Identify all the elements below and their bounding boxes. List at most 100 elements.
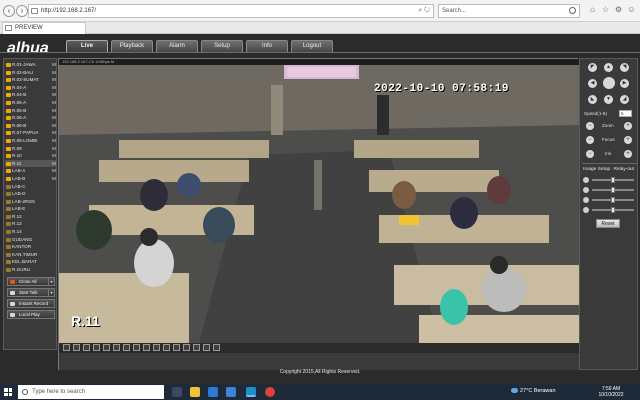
- channel-item[interactable]: R.08-LOMBI M: [5, 137, 57, 145]
- channel-item[interactable]: R.04-A M: [5, 84, 57, 92]
- hue-knob[interactable]: [611, 207, 615, 213]
- channel-item[interactable]: R.GURU: [5, 266, 57, 274]
- channel-stream-mode[interactable]: M: [52, 152, 56, 160]
- channel-item[interactable]: R.06-A M: [5, 114, 57, 122]
- menu-info[interactable]: Info: [246, 40, 288, 52]
- reset-button[interactable]: Reset: [596, 219, 620, 228]
- instant-record-button[interactable]: Instant Record: [7, 299, 55, 308]
- browser-search-input[interactable]: Search...: [438, 4, 580, 18]
- hue-slider[interactable]: [583, 207, 636, 213]
- channel-stream-mode[interactable]: M: [52, 145, 56, 153]
- layout-16-icon[interactable]: [103, 344, 110, 351]
- hue-track[interactable]: [592, 207, 634, 213]
- back-icon[interactable]: ‹: [3, 5, 15, 17]
- ptz-down-right-icon[interactable]: ◢: [620, 95, 629, 104]
- tab-preview[interactable]: PREVIEW: [2, 22, 86, 34]
- channel-item[interactable]: KEL.BARAT: [5, 258, 57, 266]
- channel-item[interactable]: KAN.TIMUR: [5, 251, 57, 259]
- saturation-track[interactable]: [592, 197, 634, 203]
- gear-icon[interactable]: ⚙: [614, 5, 623, 14]
- favorites-icon[interactable]: ☆: [601, 5, 610, 14]
- snapshot-icon[interactable]: [143, 344, 150, 351]
- channel-stream-mode[interactable]: M: [52, 167, 56, 175]
- channel-item[interactable]: R.10 M: [5, 152, 57, 160]
- channel-item[interactable]: GUDANG: [5, 236, 57, 244]
- saturation-slider[interactable]: [583, 197, 636, 203]
- channel-item[interactable]: LAB-D: [5, 190, 57, 198]
- menu-setup[interactable]: Setup: [201, 40, 243, 52]
- contrast-track[interactable]: [592, 187, 634, 193]
- taskbar-search-input[interactable]: Type here to search: [18, 385, 164, 399]
- menu-alarm[interactable]: Alarm: [156, 40, 198, 52]
- internet-explorer-icon[interactable]: [246, 387, 256, 397]
- channel-item[interactable]: R.14: [5, 228, 57, 236]
- store-icon[interactable]: [208, 387, 218, 397]
- brightness-slider[interactable]: [583, 177, 636, 183]
- zoom-icon[interactable]: [163, 344, 170, 351]
- channel-stream-mode[interactable]: M: [52, 99, 56, 107]
- camera-feed[interactable]: 2022-10-10 07:58:19 R.11: [59, 65, 579, 343]
- next-icon[interactable]: [203, 344, 210, 351]
- brightness-track[interactable]: [592, 177, 634, 183]
- channel-item[interactable]: LAB-C: [5, 183, 57, 191]
- channel-stream-mode[interactable]: M: [52, 160, 56, 168]
- ratio-icon[interactable]: [213, 344, 220, 351]
- channel-item[interactable]: R.07-PAPUA M: [5, 129, 57, 137]
- channel-item[interactable]: R.01-JAWA M: [5, 61, 57, 69]
- brightness-knob[interactable]: [611, 177, 615, 183]
- contrast-slider[interactable]: [583, 187, 636, 193]
- focus-in-icon[interactable]: +: [624, 136, 632, 144]
- channel-item[interactable]: R.11 M: [5, 159, 57, 168]
- relay-out-title[interactable]: Relay-out: [613, 167, 634, 172]
- channel-item[interactable]: R.02-BALI M: [5, 69, 57, 77]
- chevron-down-icon[interactable]: ▾: [48, 278, 54, 286]
- iris-close-icon[interactable]: −: [586, 150, 594, 158]
- ptz-down-icon[interactable]: ▼: [604, 95, 613, 104]
- zoom-in-icon[interactable]: +: [624, 122, 632, 130]
- channel-stream-mode[interactable]: M: [52, 107, 56, 115]
- task-view-icon[interactable]: [172, 387, 182, 397]
- layout-9-icon[interactable]: [93, 344, 100, 351]
- channel-item[interactable]: R.09 M: [5, 145, 57, 153]
- chrome-icon[interactable]: [265, 387, 275, 397]
- speed-select[interactable]: 5: [619, 110, 632, 117]
- start-talk-button[interactable]: Start Talk ▾: [7, 288, 55, 297]
- channel-item[interactable]: KANTOR: [5, 243, 57, 251]
- channel-item[interactable]: R.05-B M: [5, 107, 57, 115]
- smiley-icon[interactable]: ☺: [627, 5, 636, 14]
- prev-icon[interactable]: [193, 344, 200, 351]
- channel-item[interactable]: R.05-A M: [5, 99, 57, 107]
- channel-stream-mode[interactable]: M: [52, 61, 56, 69]
- system-clock[interactable]: 7:59 AM 10/10/2022: [597, 386, 625, 398]
- channel-item[interactable]: LAB-E: [5, 205, 57, 213]
- mail-icon[interactable]: [226, 387, 236, 397]
- channel-stream-mode[interactable]: M: [52, 69, 56, 77]
- ptz-center-icon[interactable]: [603, 77, 615, 89]
- channel-stream-mode[interactable]: M: [52, 76, 56, 84]
- saturation-knob[interactable]: [611, 197, 615, 203]
- channel-item[interactable]: R.03-SUMAT M: [5, 76, 57, 84]
- fullscreen-icon[interactable]: [133, 344, 140, 351]
- channel-stream-mode[interactable]: M: [52, 114, 56, 122]
- windows-start-icon[interactable]: [4, 388, 12, 396]
- channel-item[interactable]: LAB-JRGN: [5, 198, 57, 206]
- channel-item[interactable]: R.13: [5, 220, 57, 228]
- channel-item[interactable]: LAB-A M: [5, 167, 57, 175]
- layout-4-icon[interactable]: [73, 344, 80, 351]
- contrast-knob[interactable]: [611, 187, 615, 193]
- layout-1-icon[interactable]: [63, 344, 70, 351]
- channel-item[interactable]: R.04-B M: [5, 91, 57, 99]
- iris-open-icon[interactable]: +: [624, 150, 632, 158]
- layout-36-icon[interactable]: [123, 344, 130, 351]
- menu-live[interactable]: Live: [66, 40, 108, 52]
- color-icon[interactable]: [183, 344, 190, 351]
- menu-logout[interactable]: Logout: [291, 40, 333, 52]
- ptz-up-icon[interactable]: ▲: [604, 63, 613, 72]
- video-viewport[interactable]: 192.168.2.167-Ch 1/0Kbps M 2022-10-10 07…: [58, 58, 579, 370]
- ptz-left-icon[interactable]: ◀: [588, 79, 597, 88]
- audio-icon[interactable]: [173, 344, 180, 351]
- channel-stream-mode[interactable]: M: [52, 84, 56, 92]
- channel-item[interactable]: R.12: [5, 213, 57, 221]
- channel-item[interactable]: LAB-B M: [5, 175, 57, 183]
- focus-out-icon[interactable]: −: [586, 136, 594, 144]
